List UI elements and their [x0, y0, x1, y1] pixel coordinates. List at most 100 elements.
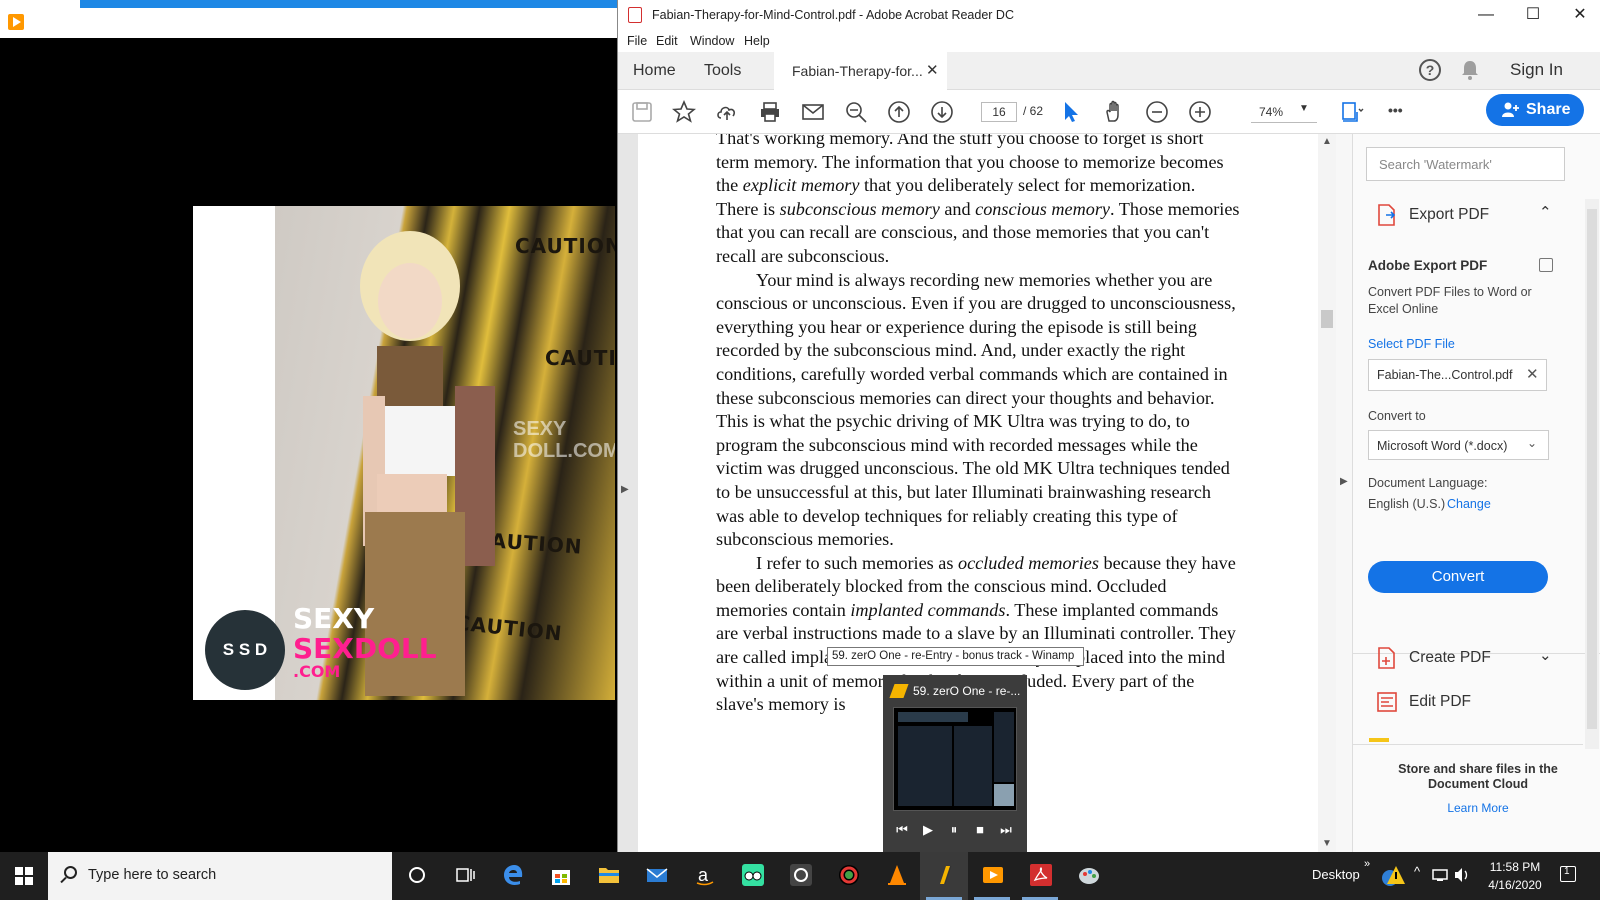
- select-pdf-file-link[interactable]: Select PDF File: [1368, 337, 1455, 351]
- windows-logo-icon: [15, 877, 23, 885]
- tools-search-input[interactable]: Search 'Watermark': [1366, 147, 1565, 181]
- title-bar[interactable]: Fabian-Therapy-for-Mind-Control.pdf - Ad…: [618, 0, 1600, 30]
- previous-page-icon[interactable]: [887, 100, 911, 124]
- select-cursor-icon[interactable]: [1059, 100, 1083, 124]
- vertical-scrollbar[interactable]: ▲ ▼: [1318, 134, 1336, 852]
- taskbar-winamp[interactable]: [920, 852, 968, 900]
- export-pdf-label: Export PDF: [1409, 206, 1490, 223]
- change-language-link[interactable]: Change: [1447, 497, 1491, 511]
- scroll-down-icon[interactable]: ▼: [1322, 838, 1332, 849]
- taskbar-acrobat[interactable]: [1016, 852, 1064, 900]
- learn-more-link[interactable]: Learn More: [1373, 801, 1583, 815]
- tools-pane-scrollbar[interactable]: [1585, 199, 1599, 749]
- upload-cloud-icon[interactable]: [715, 100, 739, 124]
- network-icon[interactable]: [1432, 868, 1448, 882]
- scroll-thumb[interactable]: [1321, 310, 1333, 328]
- media-player-titlebar[interactable]: [0, 0, 618, 38]
- tab-home[interactable]: Home: [633, 62, 676, 80]
- print-icon[interactable]: [758, 100, 782, 124]
- more-tools-icon[interactable]: •••: [1388, 102, 1412, 126]
- task-view-button[interactable]: [440, 852, 488, 900]
- help-icon[interactable]: ?: [1419, 59, 1441, 81]
- taskbar-amazon[interactable]: a: [680, 852, 728, 900]
- taskbar-camera-app[interactable]: [776, 852, 824, 900]
- cortana-button[interactable]: [392, 852, 440, 900]
- stop-icon[interactable]: ■: [971, 821, 989, 839]
- previous-track-icon[interactable]: ⏮: [893, 821, 911, 839]
- desktop-toolbar-chevron-icon[interactable]: »: [1364, 858, 1370, 870]
- next-track-icon[interactable]: ⏭: [997, 821, 1015, 839]
- find-icon[interactable]: [844, 100, 868, 124]
- create-pdf-tool[interactable]: Create PDF ⌄: [1365, 643, 1565, 673]
- desktop-toolbar-label[interactable]: Desktop: [1312, 867, 1360, 882]
- start-button[interactable]: [0, 852, 48, 900]
- star-icon[interactable]: [672, 100, 696, 124]
- email-icon[interactable]: [801, 100, 825, 124]
- taskbar-explorer[interactable]: [584, 852, 632, 900]
- show-hidden-icons[interactable]: ^: [1414, 864, 1420, 879]
- windows-logo-icon: [25, 877, 33, 885]
- taskbar-search-input[interactable]: Type here to search: [48, 852, 392, 900]
- convert-to-label: Convert to: [1368, 409, 1426, 423]
- volume-icon[interactable]: [1454, 867, 1470, 883]
- menu-file[interactable]: File: [627, 34, 647, 48]
- folder-icon: [599, 868, 619, 883]
- scroll-up-icon[interactable]: ▲: [1322, 136, 1332, 147]
- tripadvisor-icon: [742, 864, 764, 886]
- export-pdf-tool[interactable]: Export PDF ⌃: [1365, 200, 1565, 230]
- convert-button[interactable]: Convert: [1368, 561, 1548, 593]
- zoom-out-icon[interactable]: [1145, 100, 1169, 124]
- clock-date[interactable]: 4/16/2020: [1480, 878, 1550, 892]
- menu-help[interactable]: Help: [744, 34, 770, 48]
- window-title: Fabian-Therapy-for-Mind-Control.pdf - Ad…: [652, 8, 1014, 22]
- taskbar-mail[interactable]: [632, 852, 680, 900]
- winamp-taskbar-preview[interactable]: 59. zerO One - re-... ⏮ ▶ ⏸ ■ ⏭: [883, 675, 1027, 853]
- page-text: That's working memory. And the stuff you…: [716, 134, 1240, 717]
- chevron-down-icon[interactable]: ⌄: [1539, 646, 1552, 664]
- hand-tool-icon[interactable]: [1102, 100, 1126, 124]
- close-button[interactable]: ✕: [1568, 4, 1592, 26]
- maximize-button[interactable]: ☐: [1521, 4, 1545, 26]
- selected-file-field[interactable]: Fabian-The...Control.pdf ✕: [1368, 359, 1547, 391]
- edit-pdf-tool[interactable]: Edit PDF: [1365, 687, 1565, 717]
- menu-window[interactable]: Window: [690, 34, 734, 48]
- page-number-input[interactable]: 16: [981, 102, 1017, 122]
- page-fit-icon[interactable]: [1340, 100, 1364, 124]
- clock-time[interactable]: 11:58 PM: [1480, 860, 1550, 874]
- next-page-icon[interactable]: [930, 100, 954, 124]
- format-select[interactable]: Microsoft Word (*.docx) ⌄: [1368, 430, 1549, 460]
- winamp-thumbnail[interactable]: [893, 707, 1017, 811]
- minimize-button[interactable]: —: [1474, 4, 1498, 26]
- sign-in-link[interactable]: Sign In: [1510, 60, 1563, 80]
- zoom-in-icon[interactable]: [1188, 100, 1212, 124]
- winamp-preview-title: 59. zerO One - re-...: [913, 684, 1021, 698]
- taskbar-media-player[interactable]: [968, 852, 1016, 900]
- tab-tools[interactable]: Tools: [704, 62, 741, 80]
- pause-icon[interactable]: ⏸: [945, 821, 963, 839]
- menu-edit[interactable]: Edit: [656, 34, 678, 48]
- taskbar-color-app[interactable]: [824, 852, 872, 900]
- save-icon[interactable]: [630, 100, 654, 124]
- zoom-select[interactable]: 74% ▼: [1251, 101, 1317, 123]
- bell-icon[interactable]: [1461, 60, 1479, 80]
- tools-pane: Search 'Watermark' Export PDF ⌃ Adobe Ex…: [1353, 134, 1600, 852]
- left-pane-toggle-icon[interactable]: ▶: [621, 484, 629, 495]
- taskbar-tripadvisor[interactable]: [728, 852, 776, 900]
- tab-close-icon[interactable]: ✕: [926, 61, 939, 79]
- camera-icon: [790, 864, 812, 886]
- winamp-controls: ⏮ ▶ ⏸ ■ ⏭: [891, 815, 1019, 845]
- warning-tray-icon[interactable]: [1380, 864, 1406, 888]
- play-icon[interactable]: ▶: [919, 821, 937, 839]
- tab-document[interactable]: Fabian-Therapy-for... ✕: [774, 52, 947, 90]
- taskbar-paint-app[interactable]: [1064, 852, 1112, 900]
- tools-pane-scroll-thumb[interactable]: [1587, 209, 1597, 729]
- share-button[interactable]: Share: [1486, 94, 1584, 126]
- right-pane-toggle[interactable]: ▶: [1336, 134, 1353, 852]
- taskbar-edge[interactable]: [488, 852, 536, 900]
- taskbar-vlc[interactable]: [872, 852, 920, 900]
- clear-file-icon[interactable]: ✕: [1526, 365, 1539, 383]
- taskbar-store[interactable]: [536, 852, 584, 900]
- notifications-icon[interactable]: 1: [1560, 866, 1576, 882]
- copy-icon[interactable]: [1539, 258, 1553, 272]
- chevron-up-icon[interactable]: ⌃: [1539, 203, 1552, 221]
